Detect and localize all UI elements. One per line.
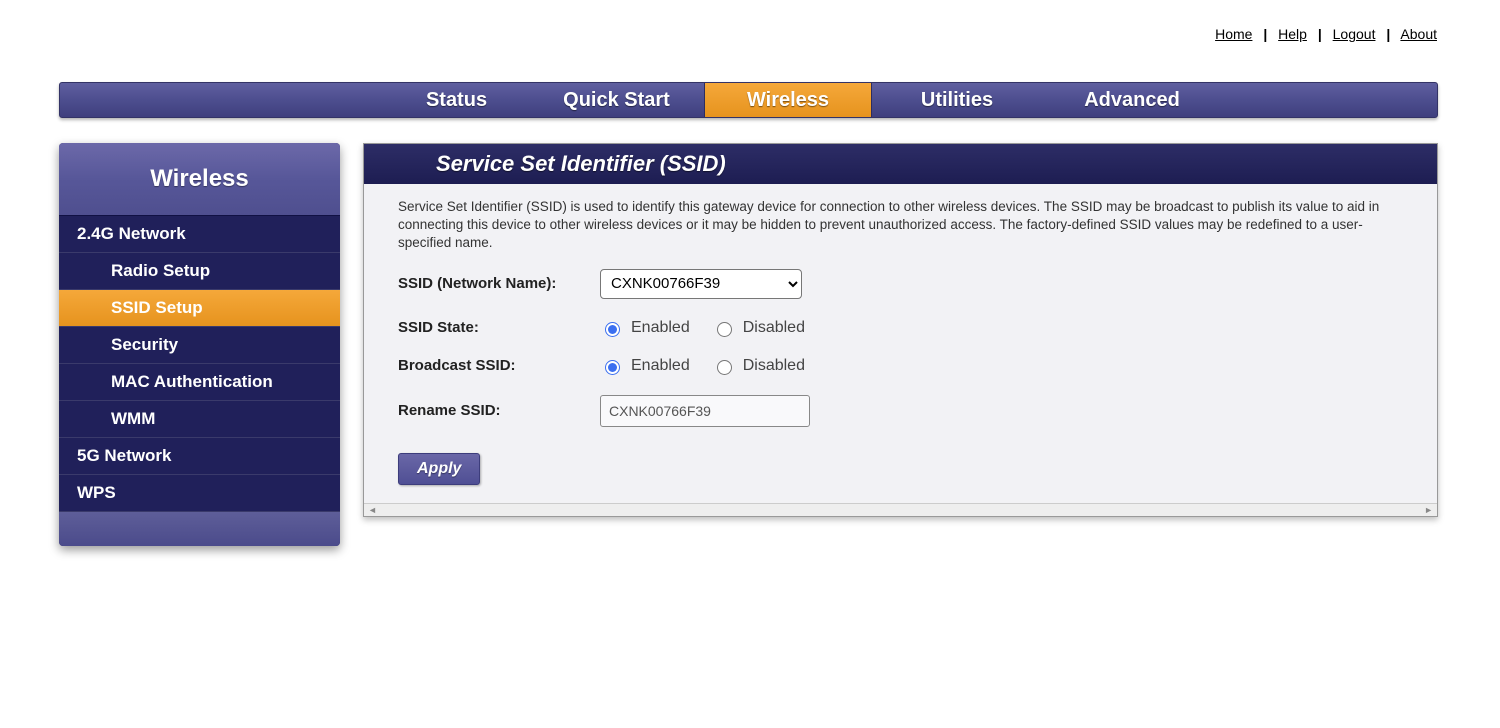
ssid-state-enabled-label[interactable]: Enabled (600, 319, 690, 337)
broadcast-disabled-label[interactable]: Disabled (712, 357, 805, 375)
broadcast-enabled-label[interactable]: Enabled (600, 357, 690, 375)
sidebar-item-radio-setup[interactable]: Radio Setup (59, 253, 340, 290)
ssid-state-disabled-radio[interactable] (717, 322, 732, 337)
content-panel: Service Set Identifier (SSID) Service Se… (363, 143, 1438, 517)
row-broadcast-ssid: Broadcast SSID: Enabled Disabled (398, 357, 1403, 375)
radio-text-enabled: Enabled (631, 319, 690, 337)
sidebar-item-ssid-setup[interactable]: SSID Setup (59, 290, 340, 327)
about-link[interactable]: About (1400, 26, 1437, 42)
sidebar-item-wmm[interactable]: WMM (59, 401, 340, 438)
sidebar-group-5g[interactable]: 5G Network (59, 438, 340, 475)
help-link[interactable]: Help (1278, 26, 1307, 42)
sidebar-group-24g[interactable]: 2.4G Network (59, 216, 340, 253)
label-broadcast-ssid: Broadcast SSID: (398, 357, 600, 374)
nav-tab-advanced[interactable]: Advanced (1042, 83, 1222, 117)
row-rename-ssid: Rename SSID: (398, 395, 1403, 427)
nav-spacer (60, 83, 384, 117)
ssid-state-disabled-label[interactable]: Disabled (712, 319, 805, 337)
ssid-select[interactable]: CXNK00766F39 (600, 269, 802, 299)
sidebar-item-security[interactable]: Security (59, 327, 340, 364)
link-separator: | (1263, 26, 1267, 42)
label-ssid-state: SSID State: (398, 319, 600, 336)
scroll-right-icon[interactable]: ► (1424, 505, 1433, 515)
sidebar-footer (59, 512, 340, 546)
rename-ssid-input[interactable] (600, 395, 810, 427)
content-title: Service Set Identifier (SSID) (364, 144, 1437, 184)
ssid-state-radio-group: Enabled Disabled (600, 319, 805, 337)
sidebar-title: Wireless (59, 143, 340, 216)
content-description: Service Set Identifier (SSID) is used to… (398, 198, 1403, 253)
label-rename-ssid: Rename SSID: (398, 402, 600, 419)
ssid-state-enabled-radio[interactable] (605, 322, 620, 337)
nav-tab-wireless[interactable]: Wireless (704, 83, 872, 117)
link-separator: | (1318, 26, 1322, 42)
apply-button[interactable]: Apply (398, 453, 480, 485)
top-link-bar: Home | Help | Logout | About (1215, 26, 1437, 42)
home-link[interactable]: Home (1215, 26, 1252, 42)
radio-text-disabled: Disabled (743, 319, 805, 337)
sidebar-item-wps[interactable]: WPS (59, 475, 340, 512)
sidebar-item-mac-auth[interactable]: MAC Authentication (59, 364, 340, 401)
scroll-left-icon[interactable]: ◄ (368, 505, 377, 515)
horizontal-scrollbar[interactable]: ◄ ► (364, 503, 1437, 516)
label-ssid-name: SSID (Network Name): (398, 275, 600, 292)
nav-tab-status[interactable]: Status (384, 83, 529, 117)
broadcast-enabled-radio[interactable] (605, 360, 620, 375)
sidebar: Wireless 2.4G Network Radio Setup SSID S… (59, 143, 340, 546)
nav-tab-quick-start[interactable]: Quick Start (529, 83, 704, 117)
logout-link[interactable]: Logout (1333, 26, 1376, 42)
main-nav-bar: Status Quick Start Wireless Utilities Ad… (59, 82, 1438, 118)
broadcast-disabled-radio[interactable] (717, 360, 732, 375)
radio-text-disabled: Disabled (743, 357, 805, 375)
row-ssid-state: SSID State: Enabled Disabled (398, 319, 1403, 337)
content-body: Service Set Identifier (SSID) is used to… (364, 184, 1437, 503)
broadcast-radio-group: Enabled Disabled (600, 357, 805, 375)
nav-tab-utilities[interactable]: Utilities (872, 83, 1042, 117)
link-separator: | (1386, 26, 1390, 42)
radio-text-enabled: Enabled (631, 357, 690, 375)
row-ssid-name: SSID (Network Name): CXNK00766F39 (398, 269, 1403, 299)
